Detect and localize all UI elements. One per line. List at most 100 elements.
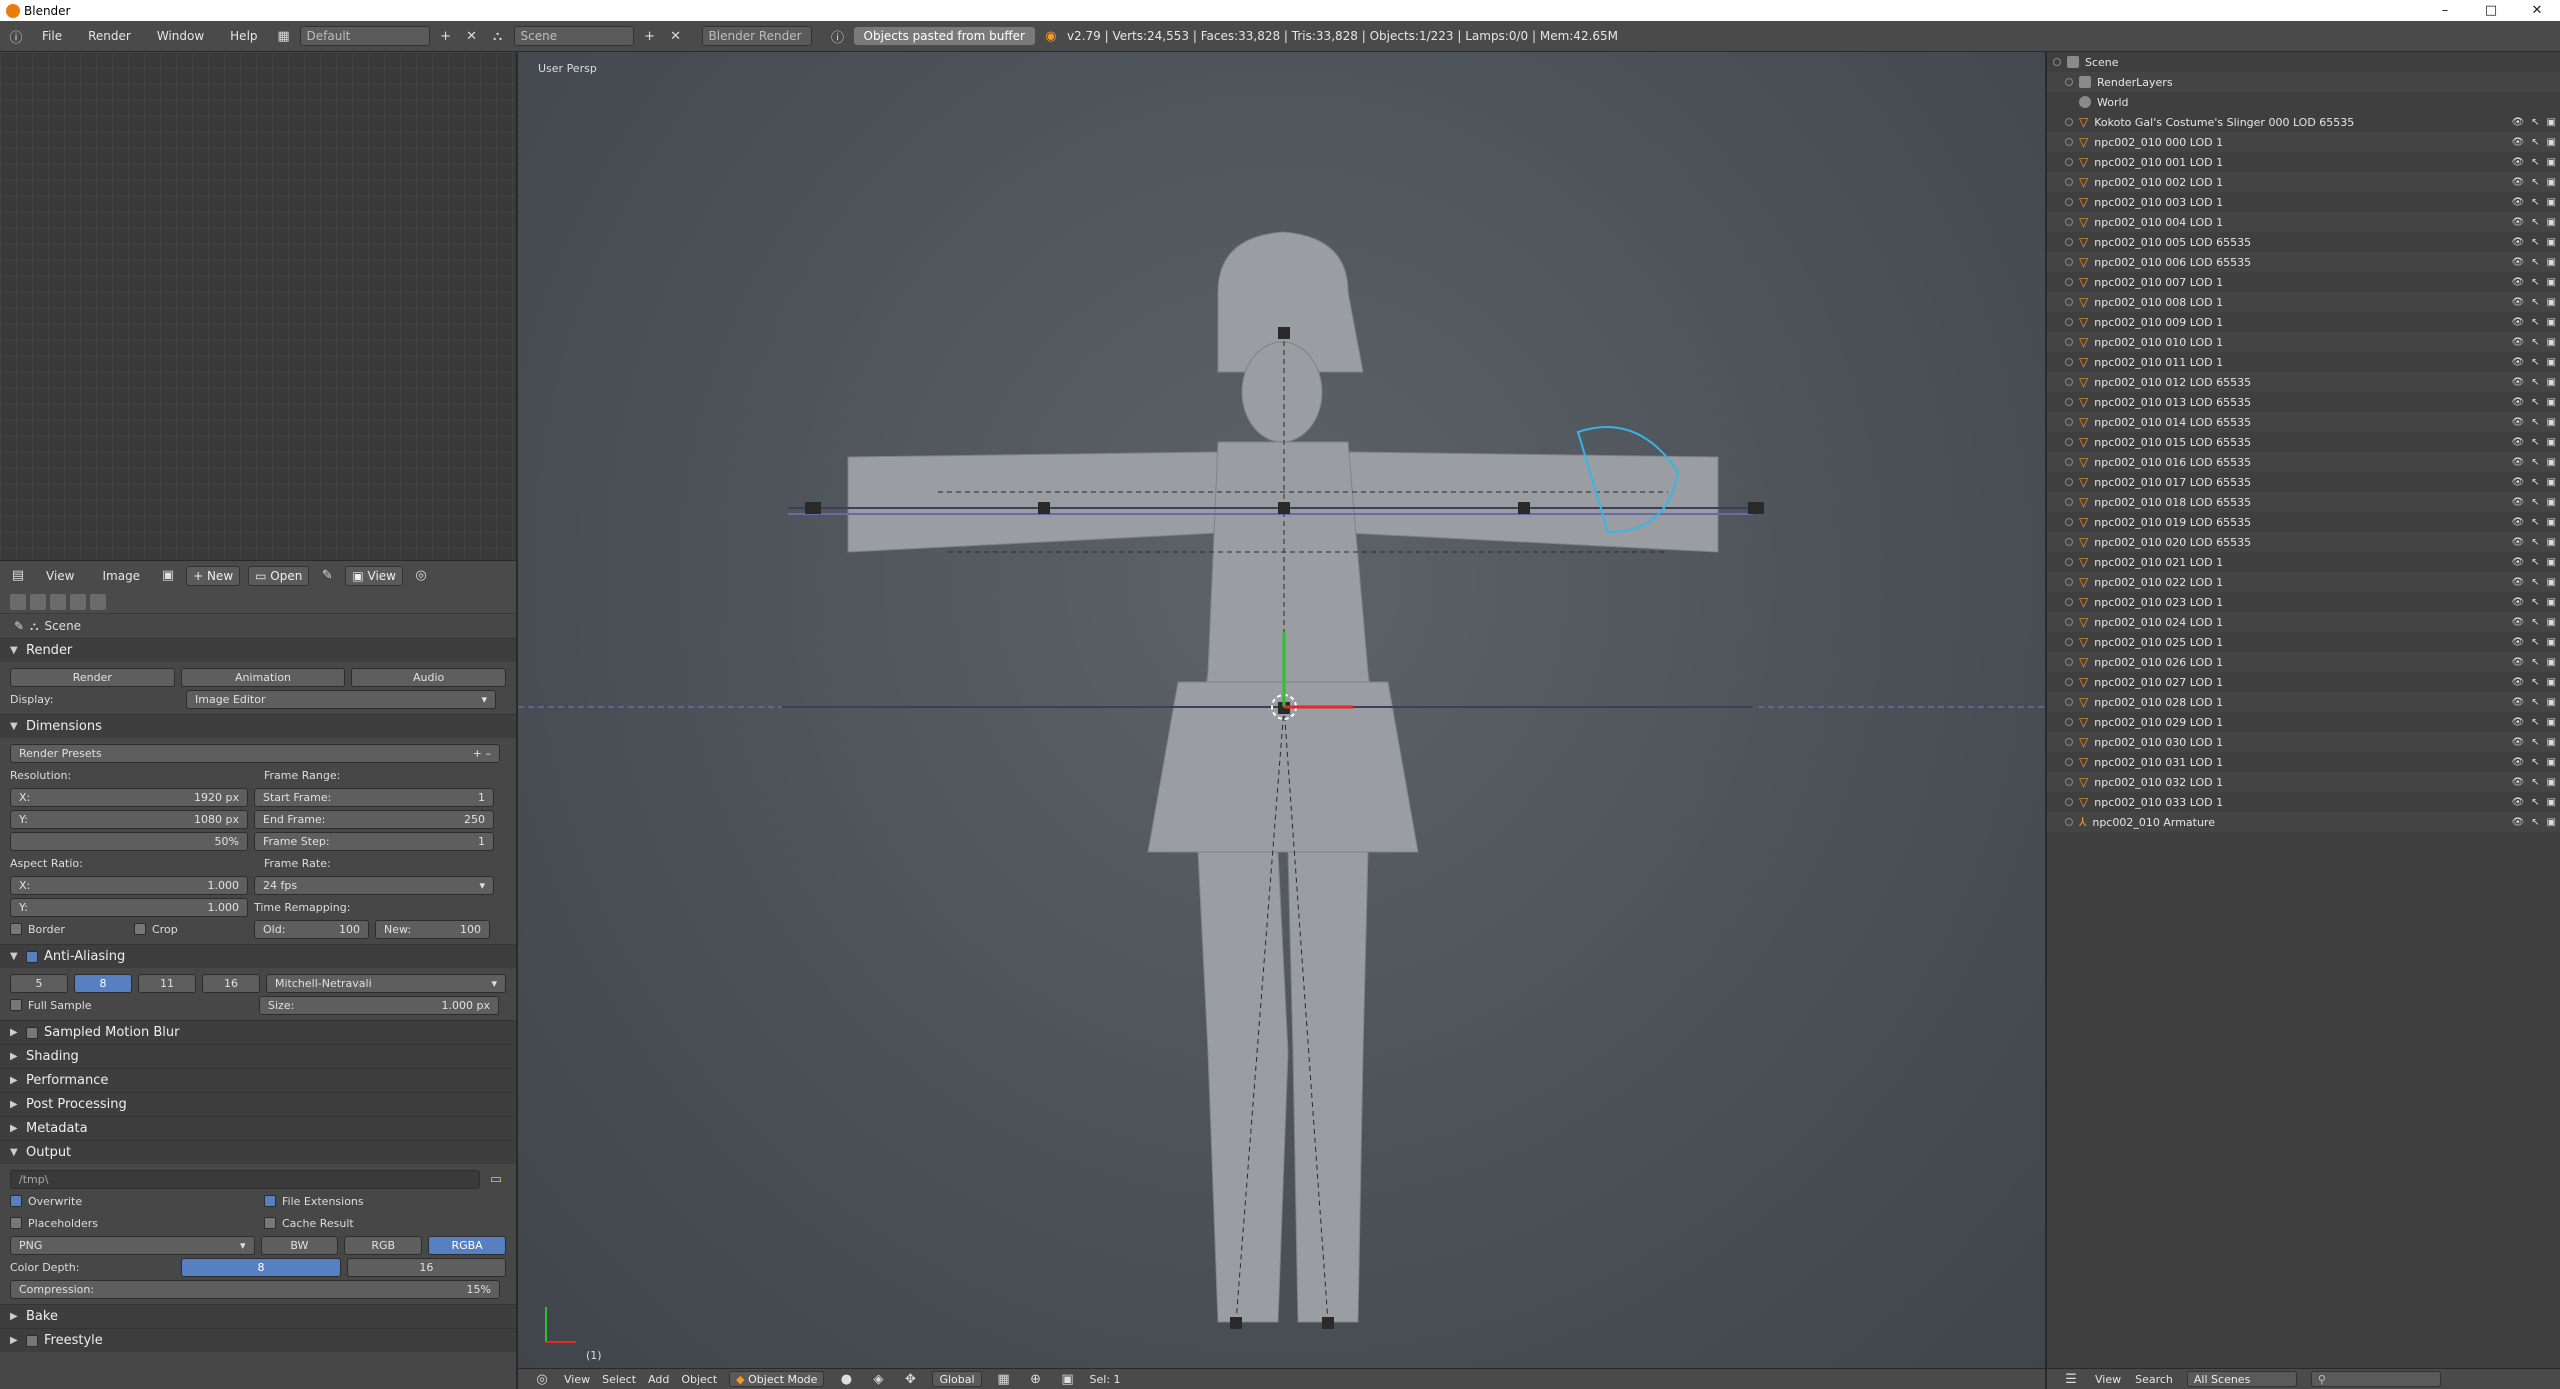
outliner-search-input[interactable]: ⚲ (2310, 1371, 2441, 1387)
tab-scene-icon[interactable] (50, 593, 66, 610)
expand-toggle-icon[interactable] (2065, 338, 2073, 346)
visibility-eye-icon[interactable]: 👁 (2511, 797, 2524, 808)
selectability-arrow-icon[interactable]: ↖ (2531, 397, 2539, 408)
selectability-arrow-icon[interactable]: ↖ (2531, 137, 2539, 148)
manipulator-icon[interactable]: ✥ (900, 1369, 920, 1389)
renderability-camera-icon[interactable]: ▣ (2547, 237, 2556, 248)
renderability-camera-icon[interactable]: ▣ (2547, 477, 2556, 488)
minimize-button[interactable]: – (2422, 0, 2468, 21)
selectability-arrow-icon[interactable]: ↖ (2531, 457, 2539, 468)
renderability-camera-icon[interactable]: ▣ (2547, 217, 2556, 228)
expand-toggle-icon[interactable] (2065, 378, 2073, 386)
renderability-camera-icon[interactable]: ▣ (2547, 717, 2556, 728)
outliner-object-row[interactable]: ▽ npc002_010 027 LOD 1 👁 ↖ ▣ (2047, 672, 2560, 692)
renderability-camera-icon[interactable]: ▣ (2547, 537, 2556, 548)
outliner-object-row[interactable]: ▽ npc002_010 017 LOD 65535 👁 ↖ ▣ (2047, 472, 2560, 492)
visibility-eye-icon[interactable]: 👁 (2511, 817, 2524, 828)
editor-type-icon[interactable]: ◎ (532, 1369, 552, 1389)
selectability-arrow-icon[interactable]: ↖ (2531, 297, 2539, 308)
expand-toggle-icon[interactable] (2065, 818, 2073, 826)
outliner-object-row[interactable]: ▽ npc002_010 026 LOD 1 👁 ↖ ▣ (2047, 652, 2560, 672)
visibility-eye-icon[interactable]: 👁 (2511, 777, 2524, 788)
expand-toggle-icon[interactable] (2065, 78, 2073, 86)
renderability-camera-icon[interactable]: ▣ (2547, 157, 2556, 168)
file-format-select[interactable]: PNG ▾ (10, 1235, 255, 1255)
placeholders-checkbox[interactable] (10, 1217, 22, 1229)
motion-blur-checkbox[interactable] (26, 1026, 38, 1039)
tab-object-icon[interactable] (90, 593, 106, 610)
selectability-arrow-icon[interactable]: ↖ (2531, 337, 2539, 348)
render-engine-select[interactable]: Blender Render (701, 26, 812, 46)
expand-toggle-icon[interactable] (2065, 218, 2073, 226)
expand-toggle-icon[interactable] (2065, 578, 2073, 586)
shading-panel-header[interactable]: ▶ Shading (0, 1044, 516, 1068)
expand-toggle-icon[interactable] (2065, 358, 2073, 366)
outliner-object-row[interactable]: ▽ npc002_010 000 LOD 1 👁 ↖ ▣ (2047, 132, 2560, 152)
visibility-eye-icon[interactable]: 👁 (2511, 357, 2524, 368)
pivot-icon[interactable]: ◎ (411, 566, 431, 586)
selectability-arrow-icon[interactable]: ↖ (2531, 257, 2539, 268)
outliner-object-row[interactable]: ▽ npc002_010 010 LOD 1 👁 ↖ ▣ (2047, 332, 2560, 352)
aa-size-field[interactable]: Size: 1.000 px (259, 995, 499, 1015)
full-sample-checkbox[interactable] (10, 999, 22, 1011)
crop-checkbox[interactable] (134, 923, 146, 935)
outliner-object-row[interactable]: ▽ npc002_010 016 LOD 65535 👁 ↖ ▣ (2047, 452, 2560, 472)
visibility-eye-icon[interactable]: 👁 (2511, 697, 2524, 708)
renderability-camera-icon[interactable]: ▣ (2547, 517, 2556, 528)
selectability-arrow-icon[interactable]: ↖ (2531, 417, 2539, 428)
outliner-object-row[interactable]: ▽ npc002_010 007 LOD 1 👁 ↖ ▣ (2047, 272, 2560, 292)
outliner-object-row[interactable]: ▽ npc002_010 014 LOD 65535 👁 ↖ ▣ (2047, 412, 2560, 432)
frame-step-field[interactable]: Frame Step: 1 (254, 831, 494, 851)
outliner-object-row[interactable]: ▽ npc002_010 023 LOD 1 👁 ↖ ▣ (2047, 592, 2560, 612)
outliner-object-row[interactable]: ▽ npc002_010 013 LOD 65535 👁 ↖ ▣ (2047, 392, 2560, 412)
transform-orientation-select[interactable]: Global (932, 1371, 982, 1387)
editor-type-icon[interactable]: ☰ (2061, 1369, 2081, 1389)
renderability-camera-icon[interactable]: ▣ (2547, 177, 2556, 188)
motion-blur-panel-header[interactable]: ▶ Sampled Motion Blur (0, 1020, 516, 1044)
browse-image-icon[interactable]: ▣ (158, 566, 178, 586)
renderability-camera-icon[interactable]: ▣ (2547, 277, 2556, 288)
expand-toggle-icon[interactable] (2065, 398, 2073, 406)
visibility-eye-icon[interactable]: 👁 (2511, 277, 2524, 288)
visibility-eye-icon[interactable]: 👁 (2511, 197, 2524, 208)
expand-toggle-icon[interactable] (2065, 698, 2073, 706)
resolution-percent-slider[interactable]: 50% (10, 831, 248, 851)
file-extensions-checkbox[interactable] (264, 1195, 276, 1207)
outliner-object-row[interactable]: ▽ npc002_010 032 LOD 1 👁 ↖ ▣ (2047, 772, 2560, 792)
post-processing-panel-header[interactable]: ▶ Post Processing (0, 1092, 516, 1116)
renderability-camera-icon[interactable]: ▣ (2547, 737, 2556, 748)
cache-result-checkbox[interactable] (264, 1217, 276, 1229)
expand-toggle-icon[interactable] (2065, 118, 2073, 126)
expand-toggle-icon[interactable] (2065, 458, 2073, 466)
outliner-world-row[interactable]: World (2047, 92, 2560, 112)
remove-layout-icon[interactable]: ✕ (462, 26, 482, 46)
outliner-object-row[interactable]: ▽ npc002_010 011 LOD 1 👁 ↖ ▣ (2047, 352, 2560, 372)
display-select[interactable]: Image Editor ▾ (186, 689, 496, 709)
renderability-camera-icon[interactable]: ▣ (2547, 437, 2556, 448)
outliner-object-row[interactable]: ▽ npc002_010 022 LOD 1 👁 ↖ ▣ (2047, 572, 2560, 592)
outliner-object-row[interactable]: ▽ npc002_010 029 LOD 1 👁 ↖ ▣ (2047, 712, 2560, 732)
menu-search[interactable]: Search (2135, 1373, 2173, 1386)
renderability-camera-icon[interactable]: ▣ (2547, 817, 2556, 828)
editor-type-icon[interactable]: ▤ (8, 566, 28, 586)
menu-render[interactable]: Render (78, 29, 141, 43)
selectability-arrow-icon[interactable]: ↖ (2531, 597, 2539, 608)
start-frame-field[interactable]: Start Frame: 1 (254, 787, 494, 807)
outliner-object-row[interactable]: ▽ Kokoto Gal's Costume's Slinger 000 LOD … (2047, 112, 2560, 132)
render-panel-header[interactable]: ▼ Render (0, 638, 516, 662)
visibility-eye-icon[interactable]: 👁 (2511, 577, 2524, 588)
selectability-arrow-icon[interactable]: ↖ (2531, 537, 2539, 548)
menu-select[interactable]: Select (602, 1373, 636, 1386)
aa-samples-8[interactable]: 8 (74, 973, 132, 993)
selectability-arrow-icon[interactable]: ↖ (2531, 217, 2539, 228)
outliner-object-row[interactable]: ▽ npc002_010 006 LOD 65535 👁 ↖ ▣ (2047, 252, 2560, 272)
image-editor-canvas[interactable] (0, 52, 516, 560)
expand-toggle-icon[interactable] (2065, 238, 2073, 246)
overwrite-checkbox[interactable] (10, 1195, 22, 1207)
expand-toggle-icon[interactable] (2065, 558, 2073, 566)
output-path-field[interactable]: /tmp\ (10, 1169, 480, 1189)
outliner-object-row[interactable]: ▽ npc002_010 018 LOD 65535 👁 ↖ ▣ (2047, 492, 2560, 512)
visibility-eye-icon[interactable]: 👁 (2511, 477, 2524, 488)
selectability-arrow-icon[interactable]: ↖ (2531, 657, 2539, 668)
selectability-arrow-icon[interactable]: ↖ (2531, 437, 2539, 448)
